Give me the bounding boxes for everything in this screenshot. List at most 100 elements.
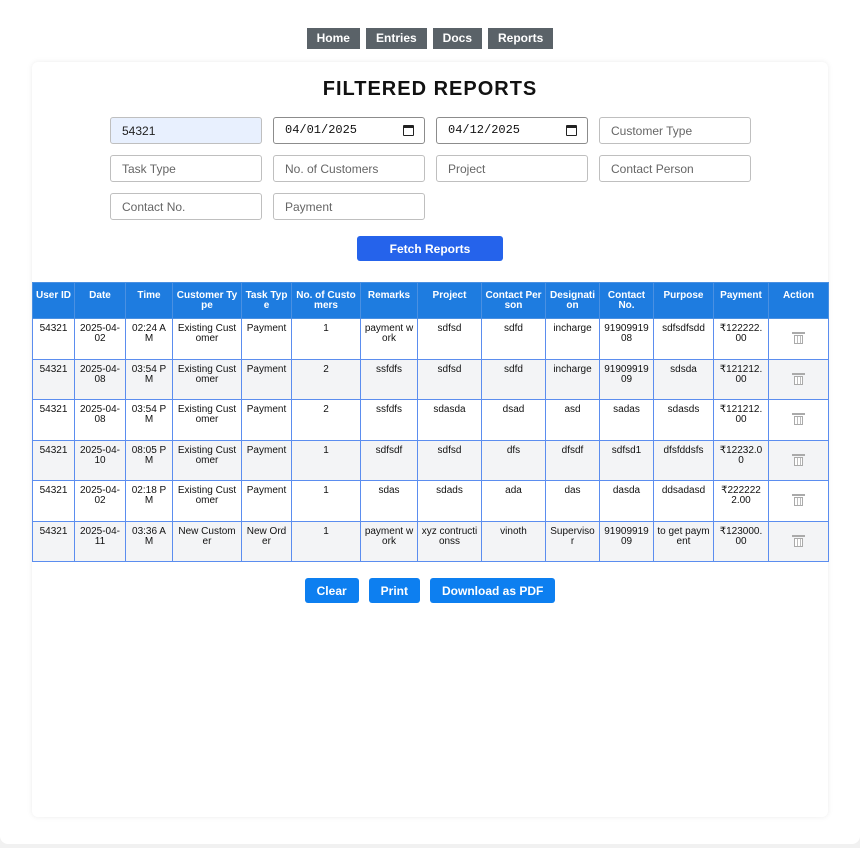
table-cell: 03:36 AM bbox=[125, 520, 173, 562]
action-cell bbox=[768, 520, 829, 562]
table-row: 54321 2025-04-02 02:24 AM Existing Customer… bbox=[32, 318, 829, 360]
column-header: Contact No. bbox=[599, 282, 654, 319]
calendar-icon[interactable] bbox=[403, 125, 414, 136]
column-header: User ID bbox=[32, 282, 75, 319]
table-row: 54321 2025-04-08 03:54 PM Existing Customer… bbox=[32, 358, 829, 400]
column-header: Remarks bbox=[360, 282, 418, 319]
table-cell: ₹121212.00 bbox=[713, 399, 769, 441]
table-cell: 54321 bbox=[32, 318, 75, 360]
table-cell: ada bbox=[481, 480, 546, 522]
action-cell bbox=[768, 358, 829, 400]
table-cell: sdasda bbox=[417, 399, 482, 441]
trash-icon[interactable] bbox=[792, 413, 805, 425]
table-cell: sdfsdfsdd bbox=[653, 318, 714, 360]
trash-icon[interactable] bbox=[792, 372, 805, 385]
table-cell: incharge bbox=[545, 358, 600, 400]
table-cell: 03:54 PM bbox=[125, 399, 173, 441]
column-header: Payment bbox=[713, 282, 769, 319]
table-cell: sdfsd1 bbox=[599, 439, 654, 481]
from-date-value: 04/01/2025 bbox=[285, 123, 358, 137]
column-header: Action bbox=[768, 282, 829, 319]
page-title: FILTERED REPORTS bbox=[322, 78, 538, 100]
table-cell: xyz contructionss bbox=[417, 520, 482, 562]
project-input[interactable] bbox=[436, 155, 588, 182]
table-cell: dasda bbox=[599, 480, 654, 522]
reports-table: User ID Date Time Customer Type Task Type No.… bbox=[32, 282, 829, 562]
column-header: Purpose bbox=[653, 282, 714, 319]
table-cell: Payment bbox=[241, 358, 292, 400]
action-buttons: Clear Print Download as PDF bbox=[32, 578, 828, 603]
table-cell: dsad bbox=[481, 399, 546, 441]
no-of-customers-input[interactable] bbox=[273, 155, 425, 182]
top-nav: Home Entries Docs Reports bbox=[0, 28, 860, 49]
trash-icon[interactable] bbox=[792, 332, 805, 344]
table-cell: 54321 bbox=[32, 439, 75, 481]
from-date-input[interactable]: 04/01/2025 bbox=[273, 117, 425, 144]
table-cell: vinoth bbox=[481, 520, 546, 562]
table-cell: New Customer bbox=[172, 520, 242, 562]
table-cell: 2 bbox=[291, 399, 361, 441]
table-row: 54321 2025-04-02 02:18 PM Existing Customer… bbox=[32, 480, 829, 522]
page: Home Entries Docs Reports FILTERED REPOR… bbox=[0, 0, 860, 844]
table-cell: Payment bbox=[241, 480, 292, 522]
trash-icon[interactable] bbox=[792, 494, 805, 506]
column-header: Designation bbox=[545, 282, 600, 319]
reports-card: FILTERED REPORTS 04/01/2025 04/12/2025 F… bbox=[32, 62, 829, 817]
table-cell: 1 bbox=[291, 318, 361, 360]
table-cell: ssfdfs bbox=[360, 399, 418, 441]
table-cell: payment work bbox=[360, 520, 418, 562]
table-row: 54321 2025-04-11 03:36 AM New Customer New O… bbox=[32, 520, 829, 562]
column-header: Project bbox=[417, 282, 482, 319]
column-header: Customer Type bbox=[172, 282, 242, 319]
clear-button[interactable]: Clear bbox=[304, 578, 359, 603]
column-header: Contact Person bbox=[481, 282, 546, 319]
customer-type-input[interactable] bbox=[599, 117, 751, 144]
table-cell: sdfsd bbox=[417, 318, 482, 360]
user-id-input[interactable] bbox=[110, 117, 262, 144]
calendar-icon[interactable] bbox=[566, 125, 577, 136]
table-row: 54321 2025-04-10 08:05 PM Existing Customer… bbox=[32, 439, 829, 481]
payment-input[interactable] bbox=[273, 193, 425, 220]
table-cell: Existing Customer bbox=[172, 399, 242, 441]
trash-icon[interactable] bbox=[792, 453, 805, 466]
contact-person-input[interactable] bbox=[599, 155, 751, 182]
table-cell: 1 bbox=[291, 480, 361, 522]
print-button[interactable]: Print bbox=[368, 578, 421, 603]
table-cell: ₹121212.00 bbox=[713, 358, 769, 400]
download-pdf-button[interactable]: Download as PDF bbox=[430, 578, 556, 603]
table-cell: Payment bbox=[241, 318, 292, 360]
table-cell: dfsdf bbox=[545, 439, 600, 481]
table-cell: das bbox=[545, 480, 600, 522]
table-cell: sdfd bbox=[481, 318, 546, 360]
table-cell: 9190991909 bbox=[599, 520, 654, 562]
column-header: No. of Customers bbox=[291, 282, 361, 319]
table-cell: 2 bbox=[291, 358, 361, 400]
table-cell: Existing Customer bbox=[172, 358, 242, 400]
table-cell: 9190991908 bbox=[599, 318, 654, 360]
table-cell: Existing Customer bbox=[172, 480, 242, 522]
task-type-input[interactable] bbox=[110, 155, 262, 182]
table-cell: 03:54 PM bbox=[125, 358, 173, 400]
contact-no-input[interactable] bbox=[110, 193, 262, 220]
fetch-reports-button[interactable]: Fetch Reports bbox=[357, 236, 503, 261]
column-header: Task Type bbox=[241, 282, 292, 319]
table-cell: 2025-04-11 bbox=[74, 520, 126, 562]
table-cell: 54321 bbox=[32, 399, 75, 441]
column-header: Time bbox=[125, 282, 173, 319]
table-cell: 54321 bbox=[32, 358, 75, 400]
trash-icon[interactable] bbox=[792, 534, 805, 547]
table-cell: incharge bbox=[545, 318, 600, 360]
table-cell: Payment bbox=[241, 399, 292, 441]
nav-docs[interactable]: Docs bbox=[432, 28, 483, 49]
table-cell: dfsfddsfs bbox=[653, 439, 714, 481]
nav-entries[interactable]: Entries bbox=[365, 28, 427, 49]
nav-home[interactable]: Home bbox=[306, 28, 360, 49]
table-cell: ddsadasd bbox=[653, 480, 714, 522]
table-cell: 1 bbox=[291, 439, 361, 481]
nav-reports[interactable]: Reports bbox=[488, 28, 554, 49]
to-date-input[interactable]: 04/12/2025 bbox=[436, 117, 588, 144]
table-cell: sdfsd bbox=[417, 439, 482, 481]
table-cell: sdasds bbox=[653, 399, 714, 441]
table-cell: ssfdfs bbox=[360, 358, 418, 400]
table-cell: 02:24 AM bbox=[125, 318, 173, 360]
